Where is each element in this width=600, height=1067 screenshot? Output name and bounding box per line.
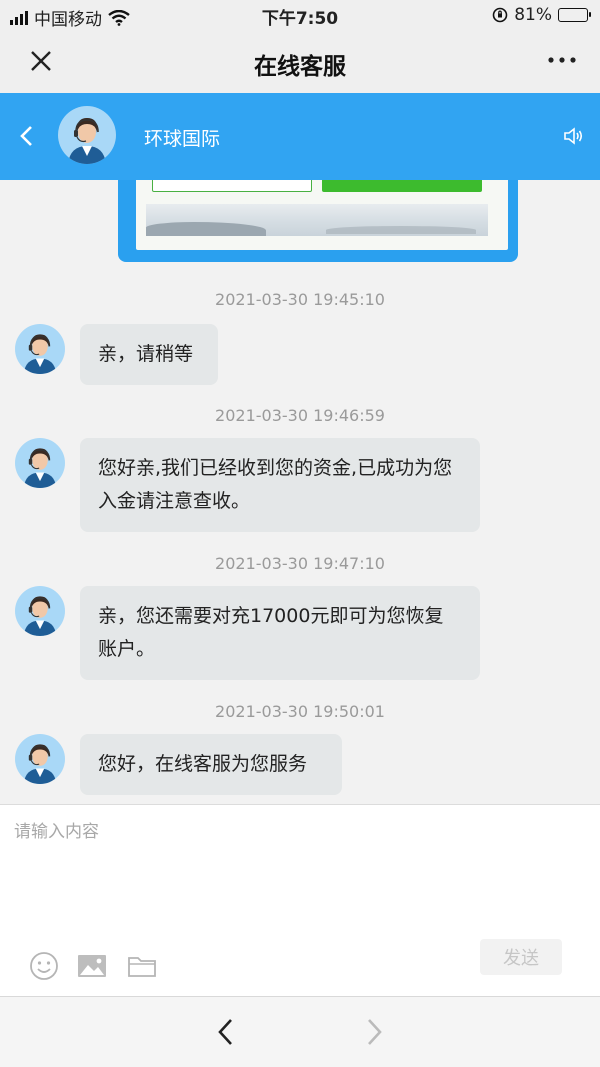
- image-icon[interactable]: [76, 950, 108, 982]
- page-title: 在线客服: [254, 54, 346, 80]
- agent-avatar: [15, 586, 65, 636]
- agent-avatar: [15, 324, 65, 374]
- status-right: 81%: [492, 5, 591, 25]
- chevron-left-icon[interactable]: [16, 124, 38, 148]
- message-bubble[interactable]: 您好，在线客服为您服务: [80, 734, 342, 795]
- image-message[interactable]: [118, 180, 518, 262]
- agent-avatar-icon: [23, 334, 57, 374]
- orientation-lock-icon: [492, 7, 508, 23]
- more-dots-icon[interactable]: [546, 50, 578, 70]
- arrow-left-icon[interactable]: [214, 1017, 238, 1047]
- battery-percent: 81%: [514, 5, 552, 25]
- agent-avatar-icon: [23, 448, 57, 488]
- image-thumbnail-button-outline: [152, 180, 312, 192]
- message-input[interactable]: [14, 817, 574, 937]
- chat-header: 环球国际: [0, 93, 600, 180]
- chat-title: 环球国际: [144, 128, 221, 150]
- message-bubble[interactable]: 您好亲,我们已经收到您的资金,已成功为您入金请注意查收。: [80, 438, 480, 532]
- send-button[interactable]: 发送: [480, 939, 562, 975]
- agent-avatar-icon: [68, 118, 106, 164]
- message-bubble[interactable]: 亲，您还需要对充17000元即可为您恢复账户。: [80, 586, 480, 680]
- browser-toolbar: [0, 996, 600, 1067]
- arrow-right-icon[interactable]: [362, 1017, 386, 1047]
- speaker-icon[interactable]: [562, 124, 586, 148]
- battery-icon: [558, 8, 591, 22]
- agent-avatar-icon: [23, 744, 57, 784]
- message-timestamp: 2021-03-30 19:45:10: [215, 290, 385, 309]
- image-message-content: [136, 180, 508, 250]
- agent-avatar-icon: [23, 596, 57, 636]
- message-timestamp: 2021-03-30 19:50:01: [215, 702, 385, 721]
- image-thumbnail-landscape: [146, 204, 488, 236]
- nav-bar: 在线客服: [0, 30, 600, 93]
- message-bubble[interactable]: 亲，请稍等: [80, 324, 218, 385]
- message-timestamp: 2021-03-30 19:46:59: [215, 406, 385, 425]
- emoji-icon[interactable]: [28, 950, 60, 982]
- agent-avatar: [58, 106, 116, 164]
- agent-avatar: [15, 438, 65, 488]
- agent-avatar: [15, 734, 65, 784]
- message-timestamp: 2021-03-30 19:47:10: [215, 554, 385, 573]
- image-thumbnail-button-fill: [322, 180, 482, 192]
- message-list[interactable]: 2021-03-30 19:45:10 亲，请稍等 2021-03-30 19:…: [0, 180, 600, 804]
- status-bar: 中国移动 下午7:50 81%: [0, 0, 600, 30]
- folder-icon[interactable]: [126, 950, 158, 982]
- composer: 发送: [0, 804, 600, 996]
